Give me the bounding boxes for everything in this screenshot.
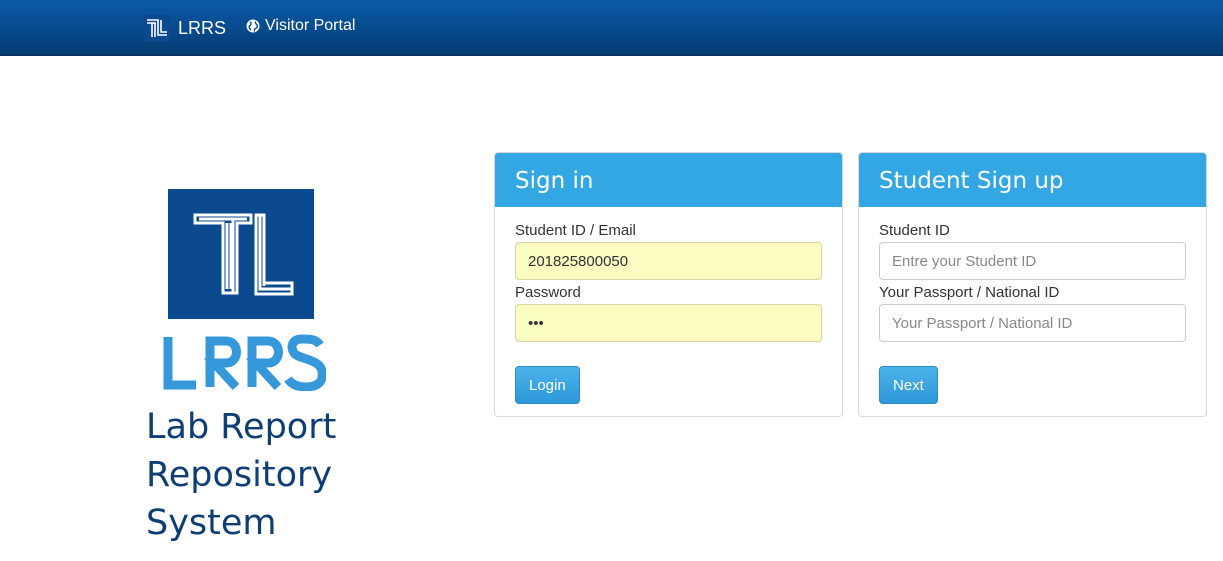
tl-logo-icon: [144, 15, 170, 41]
top-navbar: LRRS Visitor Portal: [0, 0, 1223, 56]
password-input[interactable]: [515, 304, 822, 342]
system-title-line: Lab Report: [146, 407, 337, 447]
signup-heading: Student Sign up: [859, 153, 1206, 207]
login-button[interactable]: Login: [515, 366, 580, 404]
system-title: Lab Report Repository System: [146, 403, 446, 547]
passport-national-id-input[interactable]: [879, 304, 1186, 342]
lrrs-wordmark-logo: [163, 334, 326, 391]
globe-icon: [246, 19, 260, 33]
tl-logo-icon: [168, 189, 314, 319]
student-id-email-input[interactable]: [515, 242, 822, 280]
system-title-line: Repository: [146, 455, 333, 495]
nav-link-visitor-portal[interactable]: Visitor Portal: [246, 17, 355, 35]
passport-national-id-label: Your Passport / National ID: [879, 284, 1060, 301]
nav-link-label: Visitor Portal: [265, 17, 356, 34]
brand-link[interactable]: LRRS: [144, 15, 226, 41]
system-title-line: System: [146, 503, 277, 543]
student-id-label: Student ID: [879, 222, 950, 239]
signup-panel: Student Sign up Student ID Your Passport…: [858, 152, 1207, 417]
student-id-email-label: Student ID / Email: [515, 222, 636, 239]
password-label: Password: [515, 284, 581, 301]
signin-panel: Sign in Student ID / Email Password Logi…: [494, 152, 843, 417]
next-button[interactable]: Next: [879, 366, 938, 404]
brand-text: LRRS: [178, 17, 227, 38]
student-id-input[interactable]: [879, 242, 1186, 280]
signin-heading: Sign in: [495, 153, 842, 207]
